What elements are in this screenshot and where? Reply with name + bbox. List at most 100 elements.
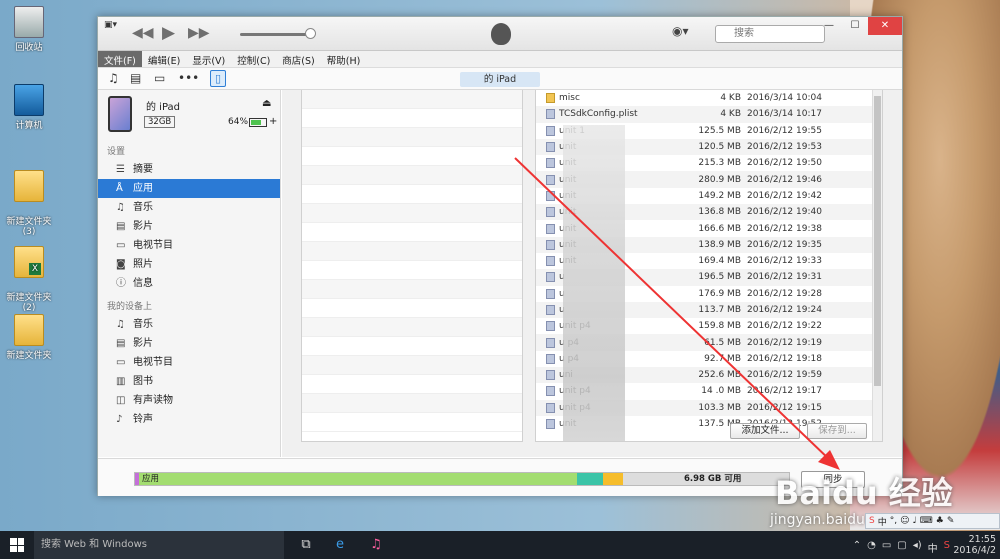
file-date: 2016/2/12 19:53 (747, 142, 822, 153)
file-date: 2016/2/12 19:22 (747, 321, 822, 332)
ime-toolbar[interactable]: S 中 °, ☺ ♩ ⌨ ♣ ✎ (865, 513, 1000, 529)
file-row[interactable]: TCSdkConfig.plist 4 KB 2016/3/14 10:17 (536, 106, 882, 123)
save-to-button[interactable]: 保存到... (807, 423, 867, 439)
device-info[interactable]: 的 iPad ⏏ 32GB 64% + (98, 90, 280, 138)
window-menu-icon[interactable]: ▣▾ (104, 20, 117, 30)
apple-icon (491, 23, 511, 45)
account-icon[interactable]: ◉▾ (672, 24, 692, 42)
file-date: 2016/2/12 19:40 (747, 207, 822, 218)
info-icon: ⓘ (116, 278, 126, 289)
tv-icon[interactable]: ▭ (154, 71, 165, 85)
music-note-icon[interactable]: ♫ (108, 71, 119, 85)
sidebar-item-device-music[interactable]: ♫ 音乐 (98, 315, 280, 334)
volume-icon[interactable]: ◂) (913, 540, 922, 555)
file-date: 2016/2/12 19:31 (747, 272, 822, 283)
recycle-bin-icon (14, 6, 44, 38)
file-sharing-apps-list[interactable] (301, 90, 523, 442)
sidebar-item-photos[interactable]: ◙ 照片 (98, 255, 280, 274)
emoji-icon: ☺ (900, 516, 910, 526)
next-track-icon[interactable]: ▶▶ (188, 25, 210, 41)
start-button[interactable] (0, 531, 34, 559)
search-input[interactable]: 搜索 (715, 25, 825, 43)
network-icon[interactable]: ◔ (867, 540, 876, 555)
desktop-icon-computer[interactable]: 计算机 (2, 84, 56, 131)
sidebar-item-music[interactable]: ♫ 音乐 (98, 198, 280, 217)
camera-icon: ◙ (116, 259, 126, 270)
desktop-icon-folder[interactable]: 新建文件夹 (2, 314, 56, 361)
file-size: 125.5 MB (698, 125, 741, 136)
music-note-icon: ♫ (116, 319, 125, 330)
sidebar-item-device-audiobooks[interactable]: ◫ 有声读物 (98, 391, 280, 410)
excel-folder-icon (14, 246, 44, 278)
sidebar-item-apps[interactable]: Å 应用 (98, 179, 280, 198)
tv-icon: ▭ (116, 357, 126, 368)
ime-indicator[interactable]: 中 (928, 540, 938, 555)
ipad-device-button[interactable]: ▯ (210, 70, 226, 87)
volume-knob[interactable] (305, 28, 316, 39)
sidebar-item-tv[interactable]: ▭ 电视节目 (98, 236, 280, 255)
taskbar-search[interactable]: 搜索 Web 和 Windows (34, 531, 284, 559)
volume-slider[interactable] (240, 33, 310, 36)
sidebar-item-device-tones[interactable]: ♪ 铃声 (98, 410, 280, 429)
device-name: 的 iPad (146, 102, 181, 113)
sidebar-item-device-tv[interactable]: ▭ 电视节目 (98, 353, 280, 372)
more-icon[interactable]: ••• (178, 71, 199, 85)
file-name: TCSdkConfig.plist (559, 109, 638, 120)
clock[interactable]: 21:55 2016/4/2 (953, 534, 996, 556)
sogou-tray-icon[interactable]: S (944, 540, 950, 555)
file-icon (546, 386, 555, 397)
menu-view[interactable]: 显示(V) (186, 51, 231, 67)
menu-controls[interactable]: 控制(C) (231, 51, 276, 67)
previous-track-icon[interactable]: ◀◀ (132, 25, 154, 41)
menu-file[interactable]: 文件(F) (98, 51, 142, 67)
title-bar: ▣▾ ◀◀ ▶ ▶▶ ◉▾ ⚲ 搜索 — ☐ ✕ (98, 17, 902, 51)
file-icon (546, 142, 555, 153)
sidebar-item-summary[interactable]: ☰ 摘要 (98, 160, 280, 179)
add-file-button[interactable]: 添加文件... (730, 423, 800, 439)
book-icon: ▥ (116, 376, 126, 387)
list-icon: ☰ (116, 164, 125, 175)
sidebar-item-info[interactable]: ⓘ 信息 (98, 274, 280, 293)
chat-icon[interactable]: ▢ (897, 540, 906, 555)
file-size: 61.5 MB (704, 337, 741, 348)
eject-icon[interactable]: ⏏ (262, 98, 271, 109)
file-size: 103.3 MB (698, 402, 741, 413)
menu-store[interactable]: 商店(S) (276, 51, 320, 67)
file-icon (546, 239, 555, 250)
play-icon[interactable]: ▶ (162, 23, 175, 43)
minimize-button[interactable]: — (816, 17, 842, 35)
file-row[interactable]: misc 4 KB 2016/3/14 10:04 (536, 90, 882, 106)
task-view-icon[interactable]: ⧉ (296, 536, 316, 554)
maximize-button[interactable]: ☐ (842, 17, 868, 35)
device-tab[interactable]: 的 iPad (460, 72, 540, 87)
sidebar-item-device-movies[interactable]: ▤ 影片 (98, 334, 280, 353)
menu-edit[interactable]: 编辑(E) (142, 51, 186, 67)
file-size: 138.9 MB (698, 239, 741, 250)
close-button[interactable]: ✕ (868, 17, 902, 35)
ipad-icon: ▯ (214, 72, 222, 85)
itunes-icon[interactable]: ♫ (366, 536, 386, 554)
documents-list[interactable]: misc 4 KB 2016/3/14 10:04 TCSdkConfig.plist… (535, 90, 883, 442)
chevron-up-icon[interactable]: ⌃ (853, 540, 861, 555)
file-date: 2016/2/12 19:17 (747, 386, 822, 397)
desktop-icon-recycle-bin[interactable]: 回收站 (2, 6, 56, 53)
file-icon (546, 353, 555, 364)
film-icon[interactable]: ▤ (130, 71, 141, 85)
menu-help[interactable]: 帮助(H) (321, 51, 367, 67)
battery-percent: 64% (228, 117, 249, 127)
documents-scrollbar[interactable] (872, 90, 882, 441)
desktop-icon-folder-3[interactable]: 新建文件夹 (3) (2, 160, 56, 247)
sidebar-item-device-books[interactable]: ▥ 图书 (98, 372, 280, 391)
edge-icon[interactable]: e (330, 536, 350, 554)
file-date: 2016/2/12 19:15 (747, 402, 822, 413)
battery-tray-icon[interactable]: ▭ (882, 540, 891, 555)
file-icon (546, 288, 555, 299)
file-size: 4 KB (720, 93, 741, 104)
desktop-icon-folder-2[interactable]: 新建文件夹 (2) (2, 236, 56, 323)
file-size: 252.6 MB (698, 370, 741, 381)
sidebar-item-movies[interactable]: ▤ 影片 (98, 217, 280, 236)
file-size: 196.5 MB (698, 272, 741, 283)
file-date: 2016/2/12 19:59 (747, 370, 822, 381)
baidu-watermark: Baidu 经验 (775, 474, 953, 512)
file-size: 176.9 MB (698, 288, 741, 299)
